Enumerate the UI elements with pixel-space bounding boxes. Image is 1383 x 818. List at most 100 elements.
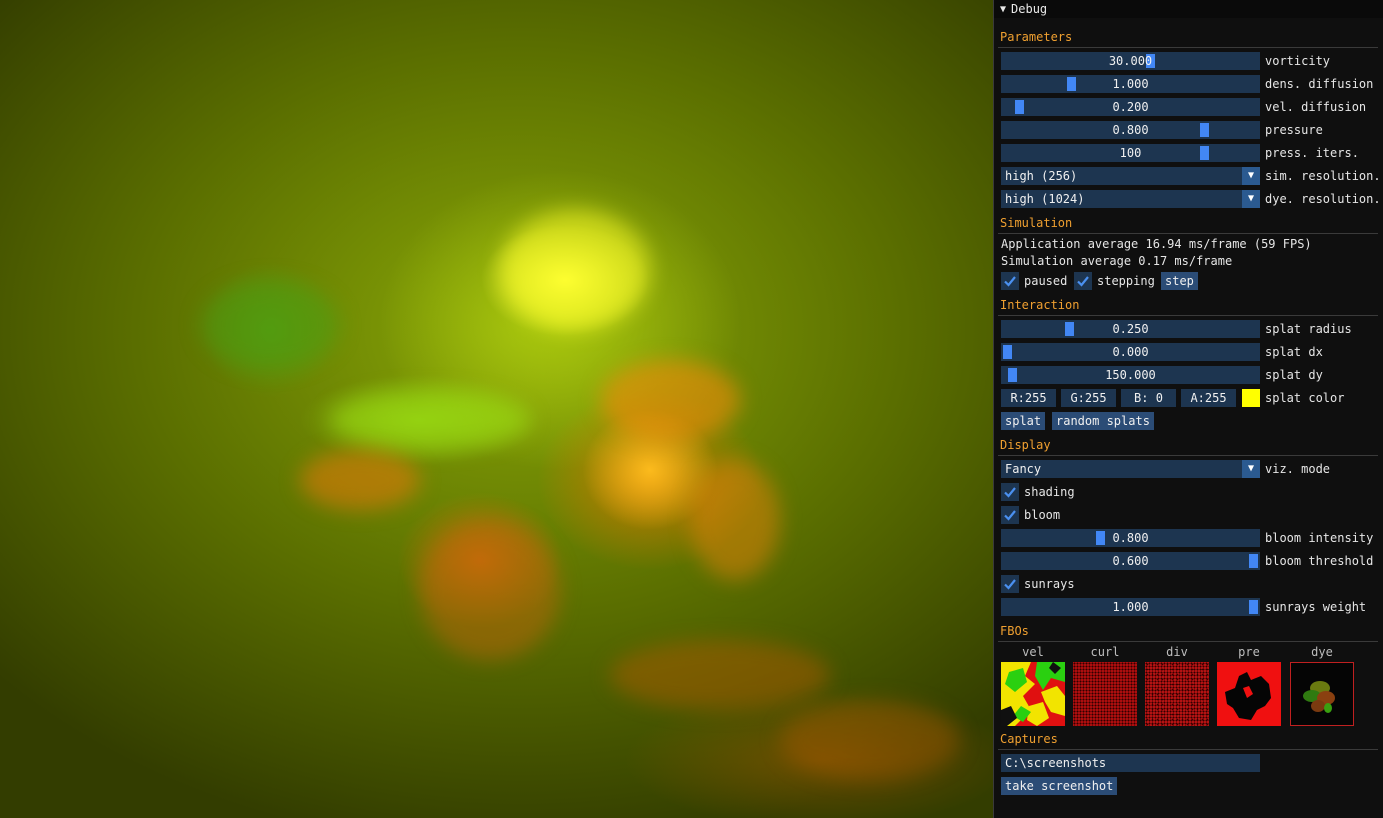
pressure-slider[interactable]: 0.800 xyxy=(1001,121,1260,139)
splat-dx-label: splat dx xyxy=(1265,345,1323,359)
slider-value: 1.000 xyxy=(1112,77,1149,91)
fbo-label-div: div xyxy=(1166,645,1188,659)
splat-radius-slider[interactable]: 0.250 xyxy=(1001,320,1260,338)
color-b-field[interactable]: B: 0 xyxy=(1121,389,1176,407)
splat-radius-label: splat radius xyxy=(1265,322,1352,336)
vorticity-label: vorticity xyxy=(1265,54,1331,68)
dye-wisp xyxy=(420,520,560,660)
dye-wisp xyxy=(500,210,650,330)
slider-value: 1.000 xyxy=(1112,600,1149,614)
fbo-label-curl: curl xyxy=(1090,645,1120,659)
slider-value: 0.800 xyxy=(1112,531,1149,545)
step-button[interactable]: step xyxy=(1161,272,1198,290)
dye-wisp xyxy=(610,640,830,710)
fbo-curl-thumbnail[interactable] xyxy=(1073,662,1137,726)
sim-average-text: Simulation average 0.17 ms/frame xyxy=(1001,254,1233,268)
section-fbos: FBOs xyxy=(1000,624,1029,638)
window-title: Debug xyxy=(1011,2,1048,16)
paused-label: paused xyxy=(1024,274,1068,288)
fbo-pre-thumbnail[interactable] xyxy=(1217,662,1281,726)
separator xyxy=(998,315,1378,316)
fbo-div-thumbnail[interactable] xyxy=(1145,662,1209,726)
shading-checkbox[interactable] xyxy=(1001,483,1019,501)
app-average-text: Application average 16.94 ms/frame (59 F… xyxy=(1001,237,1312,251)
checkmark-icon xyxy=(1004,579,1016,590)
stepping-checkbox[interactable] xyxy=(1074,272,1092,290)
dye-resolution-combo[interactable]: high (1024) ▼ xyxy=(1001,190,1260,208)
dye-wisp xyxy=(600,360,740,440)
color-r-field[interactable]: R:255 xyxy=(1001,389,1056,407)
splat-dy-slider[interactable]: 150.000 xyxy=(1001,366,1260,384)
color-a-field[interactable]: A:255 xyxy=(1181,389,1236,407)
triangle-down-icon[interactable]: ▼ xyxy=(1242,190,1260,208)
splat-dx-slider[interactable]: 0.000 xyxy=(1001,343,1260,361)
splat-color-swatch[interactable] xyxy=(1242,389,1260,407)
dens-diffusion-slider[interactable]: 1.000 xyxy=(1001,75,1260,93)
triangle-down-icon[interactable]: ▼ xyxy=(1000,4,1006,15)
debug-title-bar[interactable]: ▼ Debug xyxy=(994,0,1383,18)
section-captures: Captures xyxy=(1000,732,1058,746)
slider-value: 0.600 xyxy=(1112,554,1149,568)
section-parameters: Parameters xyxy=(1000,30,1073,44)
splat-dy-label: splat dy xyxy=(1265,368,1323,382)
sim-resolution-label: sim. resolution. xyxy=(1265,169,1381,183)
bloom-label: bloom xyxy=(1024,508,1061,522)
dye-resolution-label: dye. resolution. xyxy=(1265,192,1381,206)
viz-mode-label: viz. mode xyxy=(1265,462,1331,476)
separator xyxy=(998,749,1378,750)
slider-value: 150.000 xyxy=(1105,368,1156,382)
fluid-simulation-canvas[interactable] xyxy=(0,0,993,818)
bloom-intensity-label: bloom intensity xyxy=(1265,531,1374,545)
dens-diffusion-label: dens. diffusion xyxy=(1265,77,1374,91)
color-g-field[interactable]: G:255 xyxy=(1061,389,1116,407)
slider-value: 0.200 xyxy=(1112,100,1149,114)
checkmark-icon xyxy=(1004,487,1016,498)
dye-wisp xyxy=(690,460,780,580)
shading-label: shading xyxy=(1024,485,1075,499)
checkmark-icon xyxy=(1077,276,1089,287)
fbo-dye-thumbnail[interactable] xyxy=(1290,662,1354,726)
combo-value: high (256) xyxy=(1005,169,1078,183)
splat-button[interactable]: splat xyxy=(1001,412,1046,430)
section-display: Display xyxy=(1000,438,1051,452)
bloom-checkbox[interactable] xyxy=(1001,506,1019,524)
bloom-intensity-slider[interactable]: 0.800 xyxy=(1001,529,1260,547)
separator xyxy=(998,455,1378,456)
splat-color-label: splat color xyxy=(1265,391,1345,405)
separator xyxy=(998,233,1378,234)
section-interaction: Interaction xyxy=(1000,298,1080,312)
paused-checkbox[interactable] xyxy=(1001,272,1019,290)
vel-texture xyxy=(1001,662,1065,726)
sunrays-weight-slider[interactable]: 1.000 xyxy=(1001,598,1260,616)
sunrays-label: sunrays xyxy=(1024,577,1075,591)
viz-mode-combo[interactable]: Fancy ▼ xyxy=(1001,460,1260,478)
slider-value: 100 xyxy=(1119,146,1142,160)
debug-panel: ▼ Debug Parameters 30.000 vorticity 1.00… xyxy=(993,0,1383,818)
dye-texture xyxy=(1303,681,1335,713)
slider-value: 0.800 xyxy=(1112,123,1149,137)
press-iters-label: press. iters. xyxy=(1265,146,1359,160)
fbo-label-dye: dye xyxy=(1311,645,1333,659)
fbo-label-pre: pre xyxy=(1238,645,1260,659)
vel-diffusion-slider[interactable]: 0.200 xyxy=(1001,98,1260,116)
triangle-down-icon[interactable]: ▼ xyxy=(1242,460,1260,478)
dye-wisp xyxy=(200,280,340,370)
press-iters-slider[interactable]: 100 xyxy=(1001,144,1260,162)
section-simulation: Simulation xyxy=(1000,216,1073,230)
triangle-down-icon[interactable]: ▼ xyxy=(1242,167,1260,185)
slider-value: 0.250 xyxy=(1112,322,1149,336)
sunrays-checkbox[interactable] xyxy=(1001,575,1019,593)
slider-value: 0.000 xyxy=(1112,345,1149,359)
combo-value: Fancy xyxy=(1005,462,1042,476)
take-screenshot-button[interactable]: take screenshot xyxy=(1001,777,1118,795)
fbo-label-vel: vel xyxy=(1022,645,1044,659)
vorticity-slider[interactable]: 30.000 xyxy=(1001,52,1260,70)
checkmark-icon xyxy=(1004,510,1016,521)
screenshot-path-input[interactable] xyxy=(1001,754,1260,772)
sim-resolution-combo[interactable]: high (256) ▼ xyxy=(1001,167,1260,185)
bloom-threshold-slider[interactable]: 0.600 xyxy=(1001,552,1260,570)
sunrays-weight-label: sunrays weight xyxy=(1265,600,1367,614)
fbo-vel-thumbnail[interactable] xyxy=(1001,662,1065,726)
separator xyxy=(998,47,1378,48)
random-splats-button[interactable]: random splats xyxy=(1052,412,1154,430)
